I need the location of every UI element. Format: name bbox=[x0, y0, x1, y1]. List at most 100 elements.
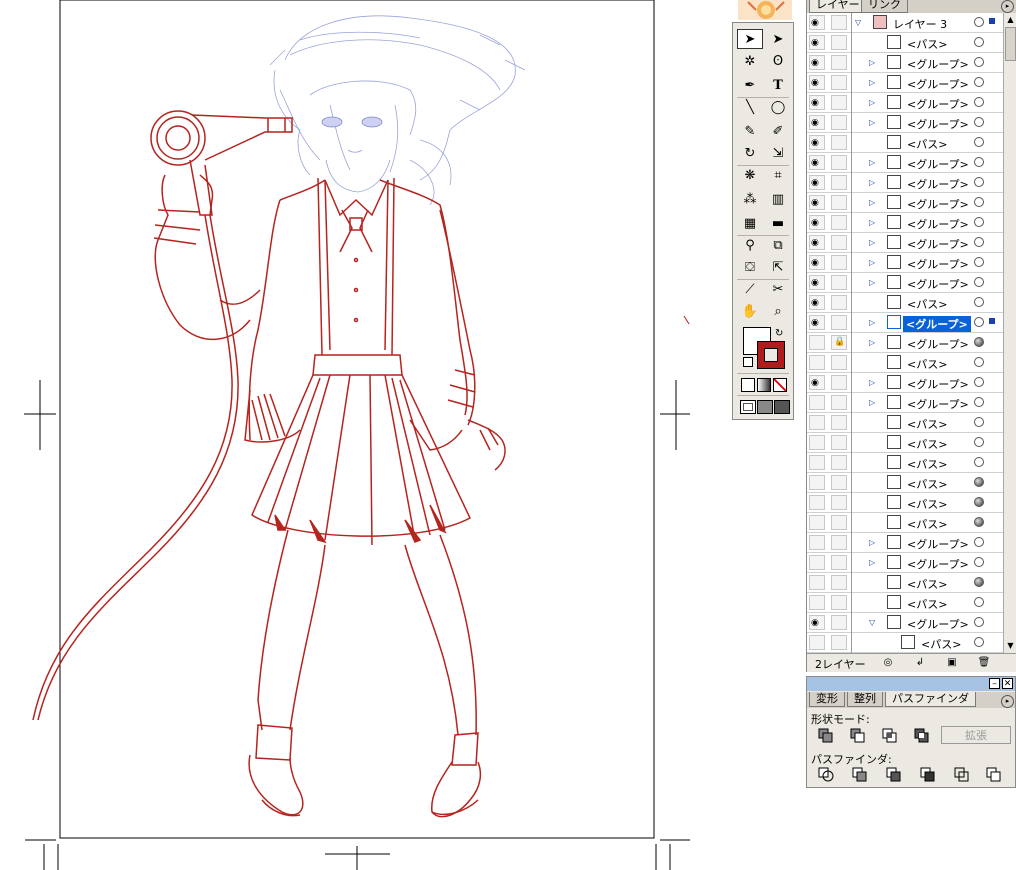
stroke-swatch[interactable] bbox=[757, 341, 785, 369]
visibility-toggle[interactable] bbox=[809, 435, 825, 450]
full-screen-menu-mode-icon[interactable] bbox=[757, 400, 773, 414]
expand-closed-icon[interactable]: ▷ bbox=[869, 178, 875, 187]
target-icon[interactable] bbox=[974, 37, 984, 47]
visibility-toggle[interactable] bbox=[809, 335, 825, 350]
delete-layer-icon[interactable]: 🗑 bbox=[977, 656, 991, 669]
visibility-toggle[interactable]: ◉ bbox=[809, 615, 825, 630]
target-icon[interactable] bbox=[974, 17, 984, 27]
target-icon[interactable] bbox=[974, 537, 984, 547]
visibility-toggle[interactable]: ◉ bbox=[809, 235, 825, 250]
tab-layers[interactable]: レイヤー bbox=[809, 0, 867, 13]
scroll-thumb[interactable] bbox=[1005, 27, 1016, 61]
lock-toggle[interactable] bbox=[831, 15, 847, 30]
lock-toggle[interactable] bbox=[831, 95, 847, 110]
layers-scrollbar[interactable]: ▲ ▼ bbox=[1003, 13, 1016, 653]
lock-toggle[interactable] bbox=[831, 435, 847, 450]
lock-toggle[interactable] bbox=[831, 355, 847, 370]
target-icon[interactable] bbox=[974, 197, 984, 207]
layer-row[interactable]: ◉ ▷ <グループ> bbox=[807, 173, 1003, 193]
full-screen-mode-icon[interactable] bbox=[774, 400, 790, 414]
subtract-shape-icon[interactable] bbox=[849, 727, 867, 743]
live-paint-bucket-tool-icon[interactable]: ⛋ bbox=[737, 257, 763, 277]
target-icon[interactable] bbox=[974, 417, 984, 427]
tab-pathfinder[interactable]: パスファインダ bbox=[885, 692, 976, 707]
target-icon[interactable] bbox=[974, 137, 984, 147]
visibility-toggle[interactable] bbox=[809, 575, 825, 590]
layer-row[interactable]: ▷ <グループ> bbox=[807, 553, 1003, 573]
default-fill-stroke-icon[interactable] bbox=[743, 357, 753, 367]
visibility-toggle[interactable] bbox=[809, 635, 825, 650]
layer-row[interactable]: <パス> bbox=[807, 573, 1003, 593]
layer-row[interactable]: ◉ ▽ レイヤー 3 bbox=[807, 13, 1003, 33]
target-icon[interactable] bbox=[974, 117, 984, 127]
lock-toggle[interactable] bbox=[831, 375, 847, 390]
pencil-tool-icon[interactable]: ✐ bbox=[765, 121, 791, 141]
expand-closed-icon[interactable]: ▷ bbox=[869, 538, 875, 547]
visibility-toggle[interactable]: ◉ bbox=[809, 215, 825, 230]
lock-toggle[interactable] bbox=[831, 535, 847, 550]
pen-tool-icon[interactable]: ✒ bbox=[737, 75, 763, 95]
layer-row[interactable]: ◉ ▷ <グループ> bbox=[807, 73, 1003, 93]
target-icon[interactable] bbox=[974, 337, 984, 347]
intersect-shape-icon[interactable] bbox=[881, 727, 899, 743]
visibility-toggle[interactable]: ◉ bbox=[809, 375, 825, 390]
visibility-toggle[interactable]: ◉ bbox=[809, 255, 825, 270]
target-icon[interactable] bbox=[974, 477, 984, 487]
gradient-mode-icon[interactable] bbox=[757, 378, 771, 392]
visibility-toggle[interactable]: ◉ bbox=[809, 95, 825, 110]
visibility-toggle[interactable] bbox=[809, 455, 825, 470]
target-icon[interactable] bbox=[974, 277, 984, 287]
minimize-icon[interactable]: – bbox=[989, 678, 1000, 689]
new-sublayer-icon[interactable]: ↲ bbox=[913, 656, 927, 669]
lock-toggle[interactable] bbox=[831, 495, 847, 510]
layer-row[interactable]: ◉ ▷ <グループ> bbox=[807, 53, 1003, 73]
visibility-toggle[interactable]: ◉ bbox=[809, 35, 825, 50]
gradient-tool-icon[interactable]: ▬ bbox=[765, 213, 791, 233]
target-icon[interactable] bbox=[974, 617, 984, 627]
visibility-toggle[interactable]: ◉ bbox=[809, 175, 825, 190]
lock-toggle[interactable] bbox=[831, 395, 847, 410]
expand-closed-icon[interactable]: ▷ bbox=[869, 318, 875, 327]
target-icon[interactable] bbox=[974, 517, 984, 527]
lock-toggle[interactable] bbox=[831, 155, 847, 170]
visibility-toggle[interactable] bbox=[809, 475, 825, 490]
lock-toggle[interactable] bbox=[831, 635, 847, 650]
selection-tool-icon[interactable]: ➤ bbox=[737, 29, 763, 49]
visibility-toggle[interactable]: ◉ bbox=[809, 135, 825, 150]
target-icon[interactable] bbox=[974, 557, 984, 567]
none-mode-icon[interactable] bbox=[773, 378, 787, 392]
tab-transform[interactable]: 変形 bbox=[809, 692, 845, 707]
lock-toggle[interactable] bbox=[831, 55, 847, 70]
layers-list[interactable]: ◉ ▽ レイヤー 3 ◉ <パス> ◉ ▷ <グループ> ◉ ▷ <グループ> ◉ ▷ <グループ> ◉ ▷ <… bbox=[807, 13, 1003, 653]
layer-row[interactable]: ◉ ▷ <グループ> bbox=[807, 273, 1003, 293]
direct-selection-tool-icon[interactable]: ➤ bbox=[765, 29, 791, 49]
lock-toggle[interactable] bbox=[831, 115, 847, 130]
lock-toggle[interactable] bbox=[831, 555, 847, 570]
visibility-toggle[interactable]: ◉ bbox=[809, 55, 825, 70]
visibility-toggle[interactable]: ◉ bbox=[809, 195, 825, 210]
zoom-tool-icon[interactable]: ⌕ bbox=[765, 301, 791, 321]
close-icon[interactable]: ✕ bbox=[1002, 678, 1013, 689]
visibility-toggle[interactable] bbox=[809, 395, 825, 410]
expand-closed-icon[interactable]: ▷ bbox=[869, 198, 875, 207]
free-transform-tool-icon[interactable]: ⌗ bbox=[765, 165, 791, 185]
lock-toggle[interactable] bbox=[831, 275, 847, 290]
layer-row[interactable]: <パス> bbox=[807, 493, 1003, 513]
visibility-toggle[interactable]: ◉ bbox=[809, 15, 825, 30]
layer-row[interactable]: <パス> bbox=[807, 473, 1003, 493]
visibility-toggle[interactable] bbox=[809, 555, 825, 570]
layer-row[interactable]: ◉ ▷ <グループ> bbox=[807, 193, 1003, 213]
outline-icon[interactable] bbox=[953, 766, 971, 782]
target-icon[interactable] bbox=[974, 397, 984, 407]
column-graph-tool-icon[interactable]: ▥ bbox=[765, 189, 791, 209]
divide-icon[interactable] bbox=[817, 766, 835, 782]
layer-row[interactable]: ◉ ▷ <グループ> bbox=[807, 253, 1003, 273]
warp-tool-icon[interactable]: ❋ bbox=[737, 165, 763, 185]
layer-row[interactable]: ◉ ▷ <グループ> bbox=[807, 233, 1003, 253]
expand-open-icon[interactable]: ▽ bbox=[855, 18, 861, 27]
lock-toggle[interactable] bbox=[831, 575, 847, 590]
target-icon[interactable] bbox=[974, 597, 984, 607]
pathfinder-titlebar[interactable]: – ✕ bbox=[807, 677, 1015, 691]
tab-links[interactable]: リンク bbox=[861, 0, 908, 13]
target-icon[interactable] bbox=[974, 257, 984, 267]
